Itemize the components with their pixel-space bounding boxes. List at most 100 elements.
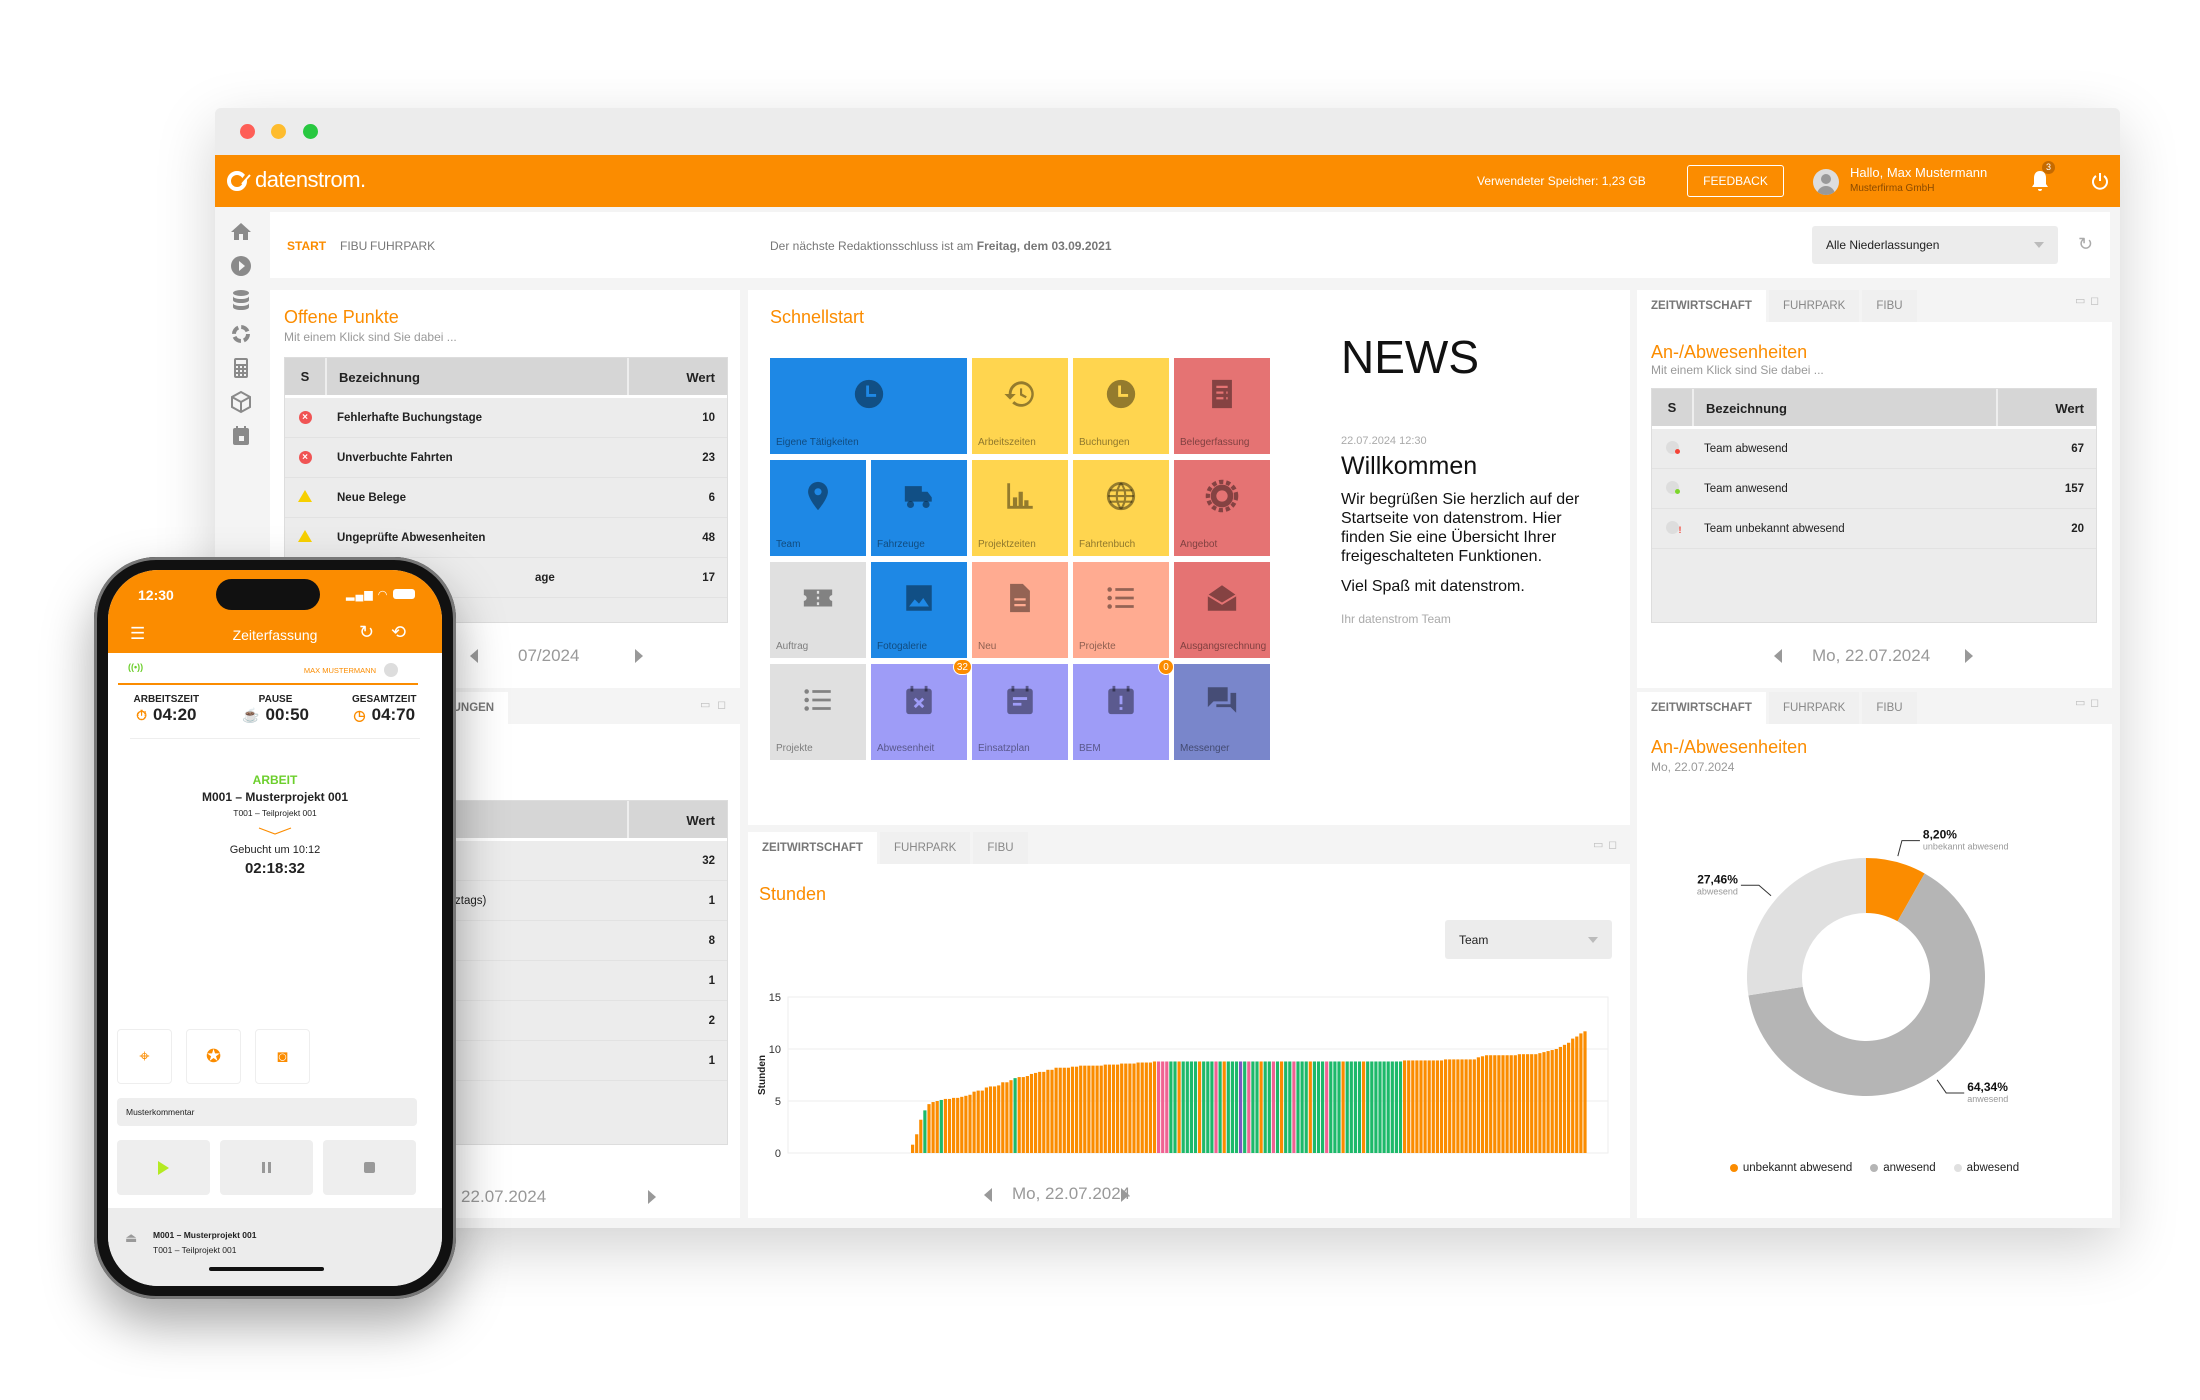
maximize-icon[interactable]: ◻ [717, 698, 726, 711]
tile-belegerfassung[interactable]: Belegerfassung [1174, 358, 1270, 454]
legend-item[interactable]: anwesend [1870, 1162, 1936, 1174]
tile-abwesenheit[interactable]: Abwesenheit 32 [871, 659, 972, 760]
chevron-down-icon [1588, 936, 1598, 943]
minimize-window-button[interactable] [271, 124, 286, 139]
table-row[interactable]: Team abwesend 67 [1652, 429, 2096, 469]
tab-start[interactable]: START [287, 239, 326, 253]
tile-messenger[interactable]: Messenger [1174, 664, 1270, 760]
tab-fibu[interactable]: FIBU [1862, 692, 1917, 724]
home-icon[interactable] [229, 220, 253, 244]
minimize-icon[interactable]: ▭ [700, 698, 710, 711]
tab-fuhrpark[interactable]: FUHRPARK [879, 832, 971, 864]
tile-eigene-tätigkeiten[interactable]: Eigene Tätigkeiten [770, 358, 967, 454]
camera-button[interactable]: ◙ [255, 1029, 310, 1084]
tab-fibu[interactable]: FIBU [340, 239, 367, 253]
tab-zeitwirtschaft[interactable]: ZEITWIRTSCHAFT [1637, 692, 1766, 724]
maximize-icon[interactable]: ◻ [1608, 838, 1617, 851]
column-wert[interactable]: Wert [627, 801, 727, 838]
column-bezeichnung[interactable]: Bezeichnung [325, 358, 627, 395]
table-row[interactable]: Ungeprüfte Abwesenheiten 48 [285, 518, 727, 558]
tile-bem[interactable]: BEM 0 [1073, 659, 1174, 760]
comment-field[interactable]: Musterkommentar [117, 1098, 417, 1126]
next-arrow-icon[interactable] [1965, 649, 1973, 663]
next-arrow-icon[interactable] [635, 649, 643, 663]
calculator-icon[interactable] [229, 356, 253, 380]
phone-avatar[interactable] [384, 663, 398, 677]
tab-fuhrpark[interactable]: FUHRPARK [1768, 692, 1860, 724]
table-row[interactable]: × Fehlerhafte Buchungstage 10 [285, 398, 727, 438]
column-wert[interactable]: Wert [1996, 389, 2096, 426]
previous-arrow-icon[interactable] [984, 1188, 992, 1202]
tile-buchungen[interactable]: Buchungen [1073, 358, 1169, 454]
minimize-icon[interactable]: ▭ [2075, 294, 2085, 307]
tab-zeitwirtschaft[interactable]: ZEITWIRTSCHAFT [748, 832, 877, 864]
tab-fibu[interactable]: FIBU [973, 832, 1028, 864]
minimize-icon[interactable]: ▭ [1593, 838, 1603, 851]
legend-item[interactable]: abwesend [1953, 1162, 2019, 1174]
table-row[interactable]: Team anwesend 157 [1652, 469, 2096, 509]
tile-team[interactable]: Team [770, 460, 866, 556]
team-select[interactable]: Team [1445, 920, 1612, 959]
tile-projektzeiten[interactable]: Projektzeiten [972, 460, 1068, 556]
table-row[interactable]: Neue Belege 6 [285, 478, 727, 518]
tile-projekte[interactable]: Projekte [1073, 562, 1169, 658]
history-icon[interactable]: ⟲ [391, 622, 406, 643]
tab-fibu[interactable]: FIBU [1862, 290, 1917, 322]
tile-auftrag[interactable]: Auftrag [770, 562, 866, 658]
location-button[interactable]: ⌖ [117, 1029, 172, 1084]
table-header: S Bezeichnung Wert [285, 358, 727, 398]
refresh-icon[interactable]: ↻ [359, 622, 374, 643]
tab-fuhrpark[interactable]: FUHRPARK [1768, 290, 1860, 322]
eject-icon[interactable]: ⏏ [125, 1230, 137, 1246]
calendar-icon[interactable] [229, 424, 253, 448]
feedback-button[interactable]: FEEDBACK [1687, 165, 1784, 197]
cycle-icon[interactable] [229, 322, 253, 346]
previous-arrow-icon[interactable] [470, 649, 478, 663]
refresh-icon[interactable]: ↻ [2078, 234, 2093, 255]
column-s[interactable]: S [1652, 400, 1692, 415]
next-arrow-icon[interactable] [1121, 1188, 1129, 1202]
tile-fahrzeuge[interactable]: Fahrzeuge [871, 460, 967, 556]
column-s[interactable]: S [285, 369, 325, 384]
play-icon[interactable] [229, 254, 253, 278]
tab-zeitwirtschaft[interactable]: ZEITWIRTSCHAFT [1637, 290, 1766, 322]
bar [964, 1095, 968, 1153]
tile-ausgangsrechnung[interactable]: Ausgangsrechnung [1174, 562, 1270, 658]
maximize-window-button[interactable] [303, 124, 318, 139]
avatar[interactable] [1813, 169, 1839, 195]
column-bezeichnung[interactable]: Bezeichnung [1692, 389, 1996, 426]
column-wert[interactable]: Wert [627, 358, 727, 395]
tile-neu[interactable]: Neu [972, 562, 1068, 658]
table-row[interactable]: ! Team unbekannt abwesend 20 [1652, 509, 2096, 549]
database-icon[interactable] [229, 288, 253, 312]
table-row[interactable]: × Unverbuchte Fahrten 23 [285, 438, 727, 478]
logo-text[interactable]: datenstrom. [255, 167, 366, 193]
user-greeting[interactable]: Hallo, Max Mustermann [1850, 165, 1987, 180]
cube-icon[interactable] [229, 390, 253, 414]
maximize-icon[interactable]: ◻ [2090, 696, 2099, 709]
close-window-button[interactable] [240, 124, 255, 139]
power-icon[interactable] [2090, 171, 2110, 191]
tab-fuhrpark[interactable]: FUHRPARK [370, 239, 435, 253]
donut-slice[interactable] [1747, 858, 1866, 996]
legend-item[interactable]: unbekannt abwesend [1729, 1162, 1852, 1174]
minimize-icon[interactable]: ▭ [2075, 696, 2085, 709]
tile-projekte[interactable]: Projekte [770, 664, 866, 760]
stop-button[interactable] [323, 1140, 416, 1195]
previous-arrow-icon[interactable] [1774, 649, 1782, 663]
tile-angebot[interactable]: Angebot [1174, 460, 1270, 556]
branch-select[interactable]: Alle Niederlassungen [1812, 226, 2058, 264]
tile-fahrtenbuch[interactable]: Fahrtenbuch [1073, 460, 1169, 556]
bar [1202, 1061, 1206, 1153]
pause-button[interactable] [220, 1140, 313, 1195]
row-value: 20 [2071, 522, 2084, 535]
start-button[interactable] [117, 1140, 210, 1195]
stat-pause: PAUSE ☕ 00:50 [242, 694, 309, 725]
chevron-down-icon[interactable] [258, 826, 292, 836]
tile-fotogalerie[interactable]: Fotogalerie [871, 562, 967, 658]
next-arrow-icon[interactable] [648, 1190, 656, 1204]
tile-einsatzplan[interactable]: Einsatzplan [972, 664, 1068, 760]
maximize-icon[interactable]: ◻ [2090, 294, 2099, 307]
favorite-button[interactable]: ✪ [186, 1029, 241, 1084]
tile-arbeitszeiten[interactable]: Arbeitszeiten [972, 358, 1068, 454]
